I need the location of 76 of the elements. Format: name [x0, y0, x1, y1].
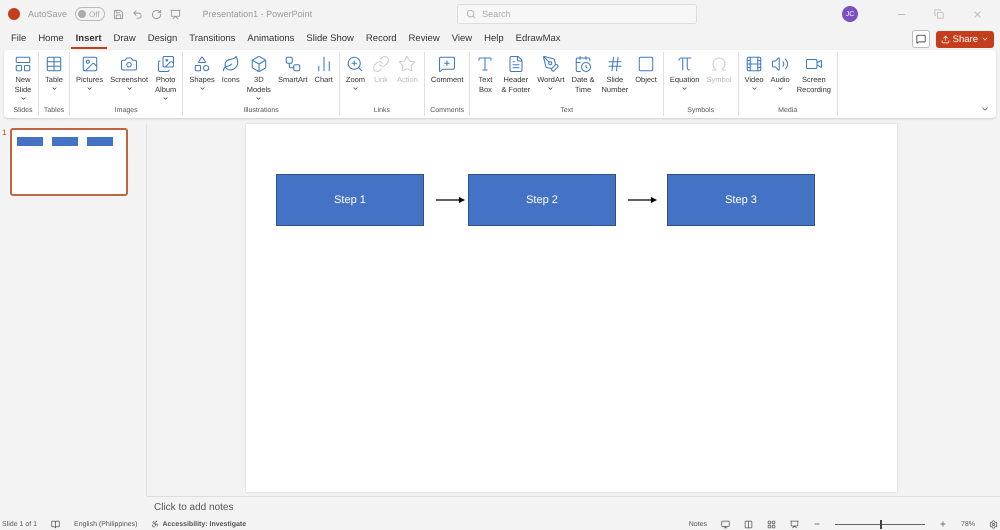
window-title: Presentation1 - PowerPoint: [202, 9, 312, 19]
cube-icon: [250, 55, 268, 73]
arrow-connector[interactable]: [628, 195, 658, 205]
images-icon: [156, 55, 175, 73]
book-icon[interactable]: [51, 520, 60, 528]
table-icon: [45, 55, 63, 73]
step-shape[interactable]: Step 3: [667, 174, 815, 226]
leaf-icon: [222, 55, 240, 73]
notes-placeholder[interactable]: Click to add notes: [154, 502, 234, 513]
ribbon-tab[interactable]: Animations: [242, 30, 300, 48]
ribbon-tab[interactable]: Draw: [108, 30, 141, 48]
sorter-view-icon[interactable]: [766, 520, 776, 528]
caret-icon[interactable]: [681, 85, 688, 92]
image-icon: [80, 55, 99, 73]
caret-icon[interactable]: [776, 85, 784, 92]
caret-icon[interactable]: [20, 95, 26, 102]
diagram-icon: [284, 55, 302, 73]
caret-icon[interactable]: [50, 85, 58, 92]
square-icon: [637, 55, 656, 73]
ribbon-tab[interactable]: Review: [404, 30, 445, 48]
ribbon-tab[interactable]: Design: [142, 30, 182, 48]
autosave-label: AutoSave: [28, 9, 68, 19]
ribbon-tab[interactable]: Slide Show: [301, 30, 359, 48]
reading-view-icon[interactable]: [790, 520, 799, 528]
document-icon: [506, 55, 525, 73]
normal-view-icon[interactable]: [720, 520, 730, 528]
link-icon: [372, 55, 390, 73]
speaker-icon: [771, 55, 790, 73]
caret-icon[interactable]: [255, 95, 262, 102]
calendar-icon: [574, 55, 592, 73]
ribbon-tab[interactable]: View: [446, 30, 478, 48]
caret-icon[interactable]: [86, 85, 94, 92]
ribbon-tab[interactable]: File: [6, 30, 32, 48]
star-icon: [398, 55, 416, 73]
caret-icon[interactable]: [750, 85, 758, 92]
caret-icon[interactable]: [162, 95, 170, 102]
app-logo-icon: [8, 8, 20, 20]
shapes-icon: [193, 55, 212, 73]
comment-icon: [916, 34, 926, 44]
comments-button[interactable]: [912, 30, 930, 48]
presentation-icon[interactable]: [170, 8, 181, 20]
zoom-in-icon[interactable]: [938, 520, 947, 528]
step-shape[interactable]: Step 2: [468, 174, 616, 226]
redo-icon[interactable]: [150, 8, 162, 20]
text-icon: [476, 55, 494, 73]
zoom-icon: [346, 55, 364, 73]
save-icon[interactable]: [112, 8, 124, 20]
caret-icon[interactable]: [126, 85, 133, 92]
camera-icon: [120, 55, 138, 73]
layout-icon: [14, 55, 32, 73]
ribbon-tab[interactable]: EdrawMax: [510, 30, 566, 48]
search-icon: [466, 9, 476, 19]
ribbon-tab[interactable]: Help: [479, 30, 509, 48]
share-button[interactable]: Share: [936, 30, 994, 48]
caret-icon[interactable]: [352, 85, 359, 92]
outline-view-icon[interactable]: [744, 520, 753, 528]
ribbon-tab[interactable]: Transitions: [184, 30, 240, 48]
ribbon-tab[interactable]: Record: [360, 30, 402, 48]
comment-icon: [438, 55, 456, 73]
share-icon: [940, 34, 950, 44]
undo-icon[interactable]: [132, 8, 143, 20]
step-shape[interactable]: Step 1: [276, 174, 424, 226]
accessibility-icon[interactable]: [151, 520, 160, 528]
caret-icon[interactable]: [981, 35, 989, 43]
zoom-thumb[interactable]: [880, 520, 882, 528]
film-icon: [745, 55, 764, 73]
slide-thumbnail[interactable]: [10, 128, 128, 196]
slide-number: 1: [2, 128, 6, 139]
hash-icon: [606, 55, 624, 73]
ribbon-tab[interactable]: Home: [33, 30, 69, 48]
caret-icon[interactable]: [198, 85, 206, 92]
pen-icon: [542, 55, 560, 73]
pi-icon: [676, 55, 694, 73]
omega-icon: [710, 55, 728, 73]
caret-icon[interactable]: [547, 85, 554, 92]
arrow-connector[interactable]: [436, 195, 466, 205]
